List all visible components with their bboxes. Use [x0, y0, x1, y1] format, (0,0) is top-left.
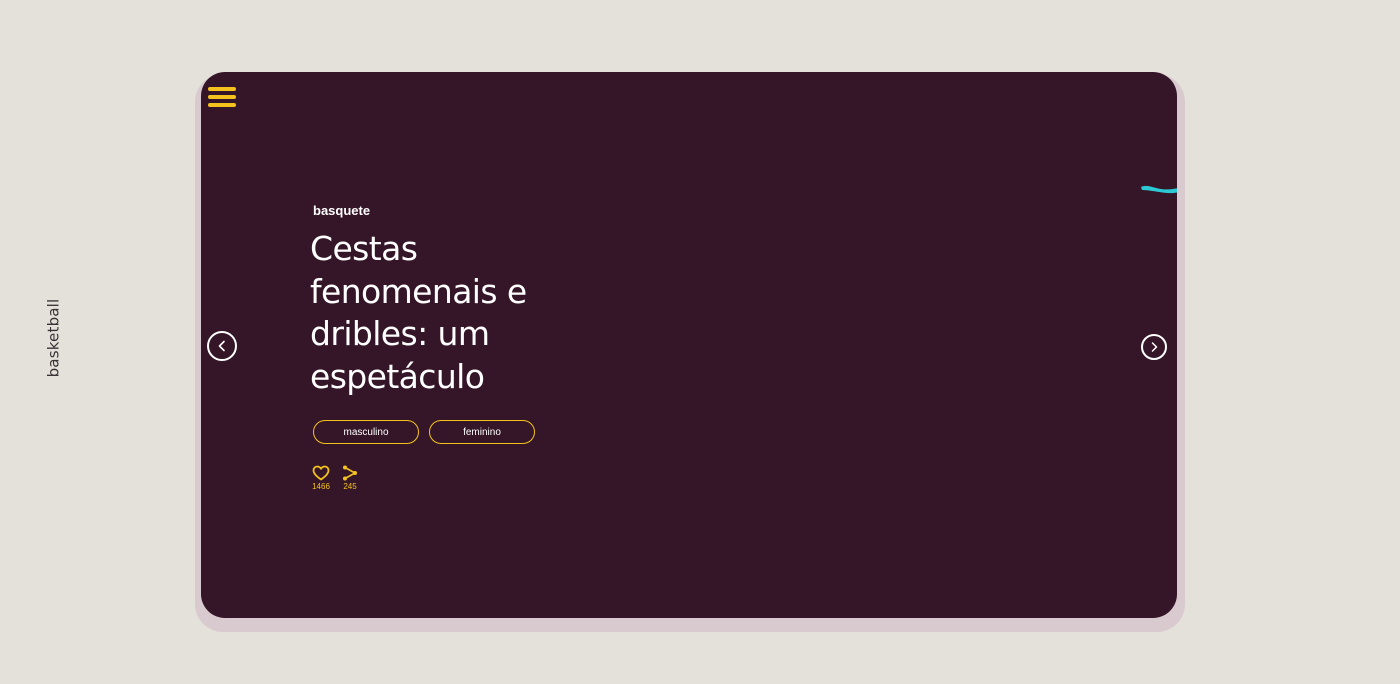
share-count: 245: [343, 482, 357, 491]
like-button[interactable]: 1466: [312, 465, 330, 491]
side-label-text: basketball: [44, 298, 62, 378]
chevron-right-icon: [1151, 342, 1158, 352]
next-slide-button[interactable]: [1141, 334, 1167, 360]
heart-icon: [312, 465, 330, 481]
action-bar: 1466 245: [312, 465, 358, 491]
category-label: basquete: [313, 203, 371, 218]
article-headline: Cestas fenomenais e dribles: um espetácu…: [310, 229, 527, 396]
prev-slide-button[interactable]: [207, 331, 237, 361]
menu-button[interactable]: [208, 87, 236, 111]
like-count: 1466: [312, 482, 330, 491]
menu-icon: [208, 87, 236, 107]
brush-stroke-decoration: [1141, 185, 1177, 194]
tag-list: masculino feminino: [313, 420, 535, 444]
share-icon: [343, 465, 357, 481]
feature-card: basquete Cestas fenomenais e dribles: um…: [201, 72, 1177, 618]
chevron-left-icon: [218, 340, 225, 352]
tag-feminino[interactable]: feminino: [429, 420, 535, 444]
share-button[interactable]: 245: [342, 465, 358, 491]
tag-masculino[interactable]: masculino: [313, 420, 419, 444]
side-label: basketball: [44, 298, 62, 378]
